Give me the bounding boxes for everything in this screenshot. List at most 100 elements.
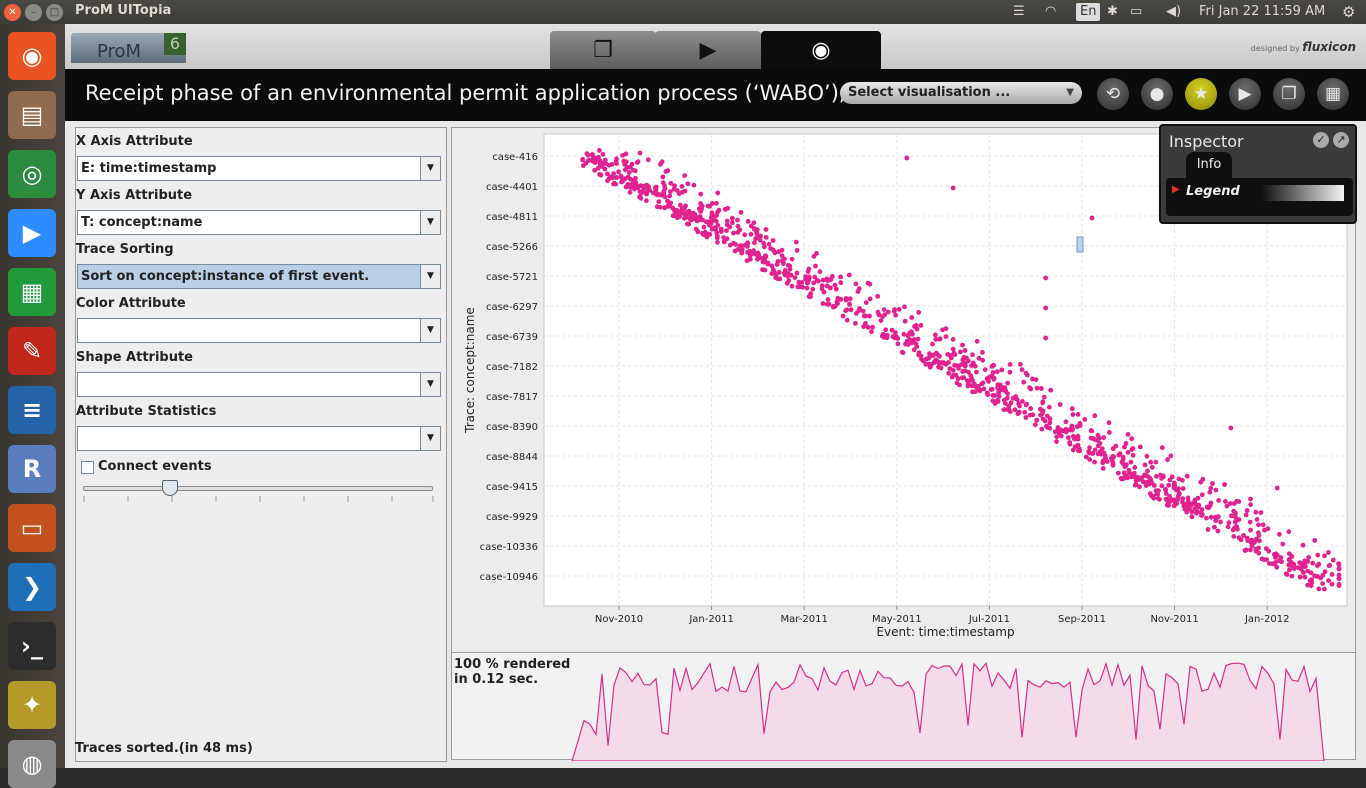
event-dot: [1069, 406, 1075, 412]
disk-icon[interactable]: ◍: [8, 740, 56, 788]
r-icon[interactable]: R: [8, 445, 56, 493]
render-percent: 100 % rendered: [454, 657, 571, 672]
y-tick-label: case-9415: [486, 482, 538, 493]
slider-track[interactable]: [83, 486, 433, 491]
event-dot: [766, 241, 772, 247]
event-dot: [614, 161, 619, 166]
pdf-reader-icon[interactable]: ✎: [8, 327, 56, 375]
chevron-down-icon[interactable]: ▼: [420, 373, 440, 396]
bluetooth-icon[interactable]: ✱: [1107, 2, 1118, 22]
clock[interactable]: Fri Jan 22 11:59 AM: [1199, 2, 1325, 22]
chrome-icon[interactable]: ◎: [8, 150, 56, 198]
event-dot: [1238, 537, 1244, 543]
event-dot: [1129, 436, 1135, 442]
event-dot: [1074, 424, 1080, 430]
y-tick-label: case-7817: [486, 392, 538, 403]
volume-icon[interactable]: ◀): [1166, 2, 1181, 22]
event-dot: [1110, 461, 1116, 466]
visualisation-select[interactable]: Select visualisation ... ▼: [840, 82, 1082, 104]
y-tick-label: case-6739: [486, 332, 538, 343]
event-dot: [1309, 580, 1315, 585]
prom-app-icon[interactable]: ✦: [8, 681, 56, 729]
event-dot: [925, 361, 931, 367]
stats-combo[interactable]: ▼: [77, 426, 441, 451]
impress-icon[interactable]: ▭: [8, 504, 56, 552]
files-icon[interactable]: ▤: [8, 91, 56, 139]
chevron-down-icon[interactable]: ▼: [420, 265, 440, 288]
slider-thumb[interactable]: [162, 480, 178, 496]
event-dot: [1006, 403, 1012, 409]
event-dot: [865, 324, 871, 330]
event-dot: [715, 190, 721, 196]
event-dot: [773, 275, 779, 281]
menu-icon[interactable]: ☰: [1013, 2, 1025, 22]
event-dot: [1329, 572, 1335, 577]
chevron-down-icon[interactable]: ▼: [420, 211, 440, 234]
event-dot: [730, 215, 735, 221]
expand-triangle-icon[interactable]: ▶: [1172, 184, 1180, 195]
event-dot: [668, 180, 674, 186]
battery-icon[interactable]: ▭: [1130, 2, 1142, 22]
event-dot: [1001, 407, 1007, 413]
event-dot: [982, 367, 988, 373]
keyboard-layout[interactable]: En: [1076, 3, 1101, 21]
ubuntu-icon[interactable]: ◉: [8, 32, 56, 80]
event-dot: [762, 244, 767, 250]
refresh-button[interactable]: ⟲: [1097, 78, 1129, 110]
chevron-down-icon[interactable]: ▼: [420, 319, 440, 342]
sorting-combo[interactable]: Sort on concept:instance of first event.…: [77, 264, 441, 289]
y-axis-combo[interactable]: T: concept:name ▼: [77, 210, 441, 235]
terminal-icon[interactable]: ›_: [8, 622, 56, 670]
event-dot: [979, 381, 985, 387]
outlier-dot: [1274, 485, 1280, 491]
prom-logo: ProM 6: [71, 33, 186, 63]
event-dot: [1229, 513, 1234, 519]
event-dot: [996, 393, 1002, 399]
wifi-icon[interactable]: ◠: [1045, 2, 1056, 22]
event-dot: [806, 266, 812, 272]
pin-icon[interactable]: ✓: [1313, 132, 1329, 148]
tab-info[interactable]: Info: [1186, 152, 1232, 180]
play-button[interactable]: ▶: [1229, 78, 1261, 110]
legend-label[interactable]: Legend: [1186, 184, 1240, 199]
x-axis-combo[interactable]: E: time:timestamp ▼: [77, 156, 441, 181]
color-button[interactable]: ●: [1141, 78, 1173, 110]
tab-actions[interactable]: ▶: [655, 31, 761, 69]
event-dot: [847, 302, 852, 307]
event-dot: [962, 348, 968, 353]
window-maximize-button[interactable]: □: [46, 4, 63, 21]
event-dot: [1231, 508, 1237, 514]
window-close-button[interactable]: ✕: [4, 4, 21, 21]
shape-combo[interactable]: ▼: [77, 372, 441, 397]
window-minimize-button[interactable]: –: [25, 4, 42, 21]
status-text: Traces sorted.(in 48 ms): [75, 741, 253, 756]
detach-icon[interactable]: ↗: [1333, 132, 1349, 148]
tab-views[interactable]: ◉: [761, 31, 881, 69]
event-dot: [1315, 574, 1320, 579]
favorite-button[interactable]: ★: [1185, 78, 1217, 110]
layout-button[interactable]: ▦: [1317, 78, 1349, 110]
writer-icon[interactable]: ≡: [8, 386, 56, 434]
event-dot: [762, 267, 768, 273]
event-dot: [1244, 535, 1250, 541]
event-dot: [658, 161, 663, 167]
event-dot: [701, 224, 707, 230]
tab-workspace[interactable]: ❐: [550, 31, 656, 69]
event-dot: [936, 360, 942, 366]
vscode-icon[interactable]: ❯: [8, 563, 56, 611]
y-tick-label: case-7182: [486, 362, 538, 373]
connect-events-checkbox[interactable]: [81, 461, 94, 474]
settings-gear-icon[interactable]: ⚙: [1342, 2, 1355, 22]
event-dot: [844, 307, 850, 313]
zoom-icon[interactable]: ▶: [8, 209, 56, 257]
event-dot: [1166, 502, 1172, 508]
inspector-panel[interactable]: Inspector ✓ ↗ Info ▶ Legend: [1159, 124, 1357, 224]
event-dot: [835, 295, 841, 301]
chevron-down-icon[interactable]: ▼: [420, 157, 440, 180]
export-button[interactable]: ❐: [1273, 78, 1305, 110]
event-dot: [825, 297, 831, 302]
event-dot: [1047, 416, 1053, 422]
calc-icon[interactable]: ▦: [8, 268, 56, 316]
chevron-down-icon[interactable]: ▼: [420, 427, 440, 450]
color-combo[interactable]: ▼: [77, 318, 441, 343]
